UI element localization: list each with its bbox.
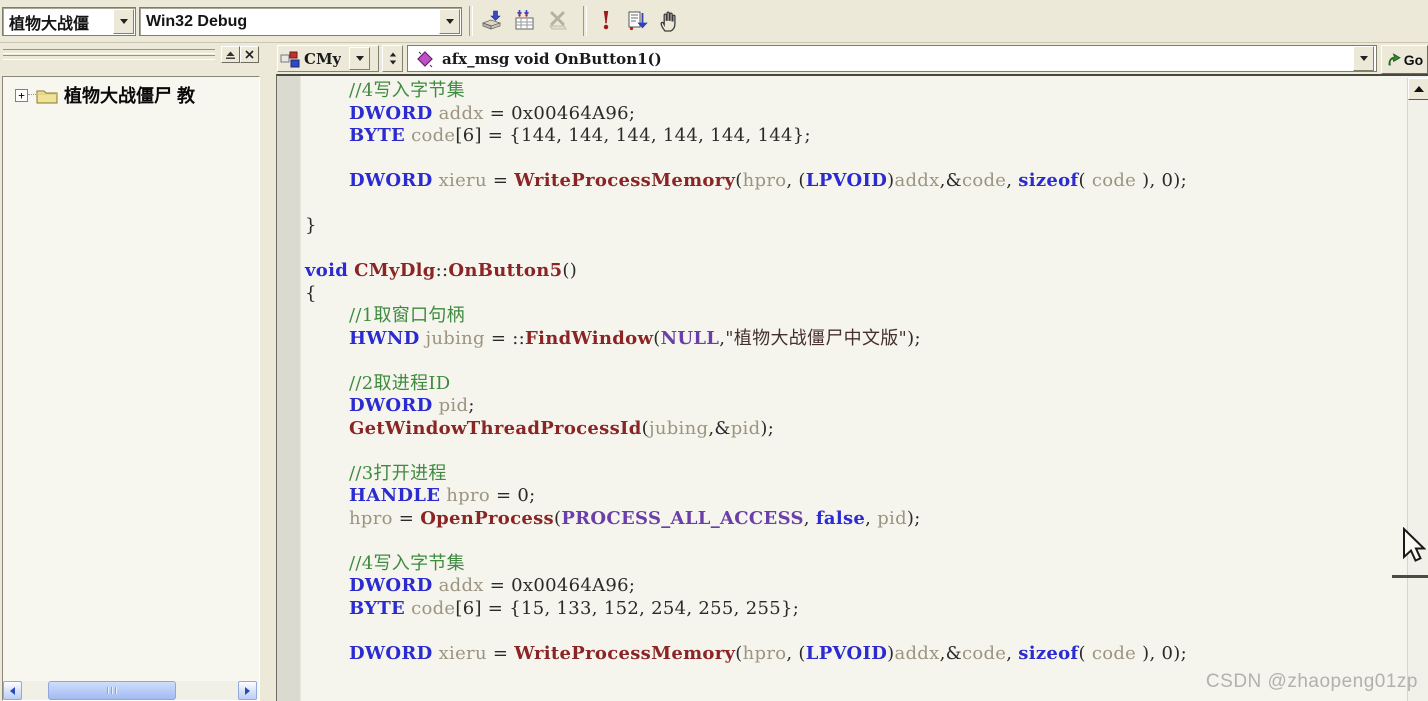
pane-gripper[interactable] (3, 49, 215, 54)
code-line[interactable]: { (305, 283, 1408, 306)
code-line[interactable]: DWORD pid; (305, 395, 1408, 418)
wizard-bar-row: CMy afx_msg void OnButton1() Go (0, 43, 1428, 74)
code-line[interactable]: HWND jubing = ::FindWindow(NULL,"植物大战僵尸中… (305, 328, 1408, 351)
spin-down-icon (389, 60, 396, 65)
code-line[interactable]: //3打开进程 (305, 463, 1408, 486)
code-line[interactable] (305, 350, 1408, 373)
tree-item-project-root[interactable]: + 植物大战僵尸 教 (3, 83, 259, 107)
tree-expand-icon[interactable]: + (15, 88, 28, 102)
member-combobox[interactable]: afx_msg void OnButton1() (407, 45, 1377, 72)
chevron-down-icon[interactable] (113, 9, 134, 34)
toolbar-separator (469, 6, 473, 36)
build-button[interactable] (478, 7, 506, 35)
pane-gripper[interactable] (3, 55, 215, 60)
collapse-icon (226, 51, 235, 59)
code-line[interactable]: DWORD addx = 0x00464A96; (305, 103, 1408, 126)
code-line[interactable] (305, 148, 1408, 171)
stop-build-button[interactable] (544, 7, 572, 35)
scroll-up-button[interactable] (1408, 78, 1428, 100)
workspace-panel: + 植物大战僵尸 教 (2, 76, 260, 701)
chevron-down-icon[interactable] (349, 47, 371, 70)
build-toolbar: 植物大战僵 Win32 Debug ! (0, 0, 1428, 43)
chevron-down-icon[interactable] (439, 9, 460, 34)
code-line[interactable] (305, 620, 1408, 643)
project-combobox[interactable]: 植物大战僵 (2, 7, 136, 36)
spin-up-icon (389, 52, 396, 57)
code-line[interactable]: //4写入字节集 (305, 80, 1408, 103)
artifact-line (1392, 575, 1428, 578)
member-function-icon (417, 50, 433, 67)
configuration-combobox[interactable]: Win32 Debug (139, 7, 462, 36)
code-line[interactable]: void CMyDlg::OnButton5() (305, 260, 1408, 283)
wizard-go-button[interactable]: Go (1381, 45, 1428, 74)
hand-breakpoint-icon (660, 11, 676, 32)
code-line[interactable]: //1取窗口句柄 (305, 305, 1408, 328)
code-line[interactable]: DWORD addx = 0x00464A96; (305, 575, 1408, 598)
build-icon (481, 10, 502, 30)
class-combobox-value: CMy (304, 49, 342, 68)
arrow-up-icon (1413, 86, 1424, 92)
arrow-right-icon (245, 686, 250, 695)
code-line[interactable]: BYTE code[6] = {15, 133, 152, 254, 255, … (305, 598, 1408, 621)
workspace-hscrollbar[interactable] (3, 681, 257, 700)
code-line[interactable]: DWORD xieru = WriteProcessMemory(hpro, (… (305, 643, 1408, 666)
pane-close-button[interactable] (240, 46, 259, 63)
execute-program-icon: ! (600, 6, 612, 35)
editor-vscrollbar[interactable] (1407, 78, 1428, 701)
watermark: CSDN @zhaopeng01zp (1205, 671, 1418, 692)
editor-selection-margin[interactable] (277, 76, 301, 701)
code-area[interactable]: //4写入字节集 DWORD addx = 0x00464A96; BYTE cod… (301, 76, 1408, 701)
code-line[interactable] (305, 238, 1408, 261)
project-combobox-value: 植物大战僵 (9, 15, 90, 33)
scroll-left-button[interactable] (3, 681, 22, 700)
go-arrow-icon (1388, 52, 1401, 65)
code-line[interactable] (305, 193, 1408, 216)
member-combobox-value: afx_msg void OnButton1() (442, 49, 662, 68)
tree-connector (28, 94, 36, 96)
code-line[interactable]: GetWindowThreadProcessId(jubing,&pid); (305, 418, 1408, 441)
chevron-down-icon[interactable] (1353, 46, 1374, 71)
go-button-label: Go (1403, 51, 1424, 68)
scroll-track[interactable] (22, 681, 238, 700)
build-all-button[interactable] (511, 7, 539, 35)
code-line[interactable]: } (305, 215, 1408, 238)
folder-icon (36, 90, 58, 103)
code-line[interactable]: hpro = OpenProcess(PROCESS_ALL_ACCESS, f… (305, 508, 1408, 531)
code-line[interactable] (305, 440, 1408, 463)
mouse-cursor (1403, 527, 1426, 562)
build-all-icon (515, 10, 534, 30)
toolbar-separator (583, 6, 587, 36)
code-line[interactable]: HANDLE hpro = 0; (305, 485, 1408, 508)
source-editor-window: //4写入字节集 DWORD addx = 0x00464A96; BYTE cod… (276, 74, 1428, 701)
code-line[interactable]: //2取进程ID (305, 373, 1408, 396)
vc6-ide-window: 植物大战僵 Win32 Debug ! CMy afx_msg void OnB… (0, 0, 1428, 701)
scroll-right-button[interactable] (238, 681, 257, 700)
go-debug-icon (628, 11, 648, 31)
breakpoint-hand-button[interactable] (654, 7, 682, 35)
close-icon (245, 50, 254, 59)
tree-item-label: 植物大战僵尸 教 (64, 86, 196, 106)
configuration-combobox-value: Win32 Debug (146, 12, 248, 30)
wizard-spinner[interactable] (382, 45, 403, 72)
stop-build-icon (549, 11, 567, 30)
class-icon (280, 51, 300, 67)
pane-minimize-button[interactable] (221, 46, 240, 63)
code-line[interactable]: BYTE code[6] = {144, 144, 144, 144, 144,… (305, 125, 1408, 148)
go-debug-button[interactable] (623, 7, 651, 35)
code-line[interactable]: DWORD xieru = WriteProcessMemory(hpro, (… (305, 170, 1408, 193)
class-combobox[interactable]: CMy (277, 45, 379, 72)
arrow-left-icon (10, 686, 15, 695)
execute-program-button[interactable]: ! (592, 7, 620, 35)
code-line[interactable] (305, 530, 1408, 553)
code-line[interactable]: //4写入字节集 (305, 553, 1408, 576)
scroll-thumb[interactable] (48, 681, 176, 700)
